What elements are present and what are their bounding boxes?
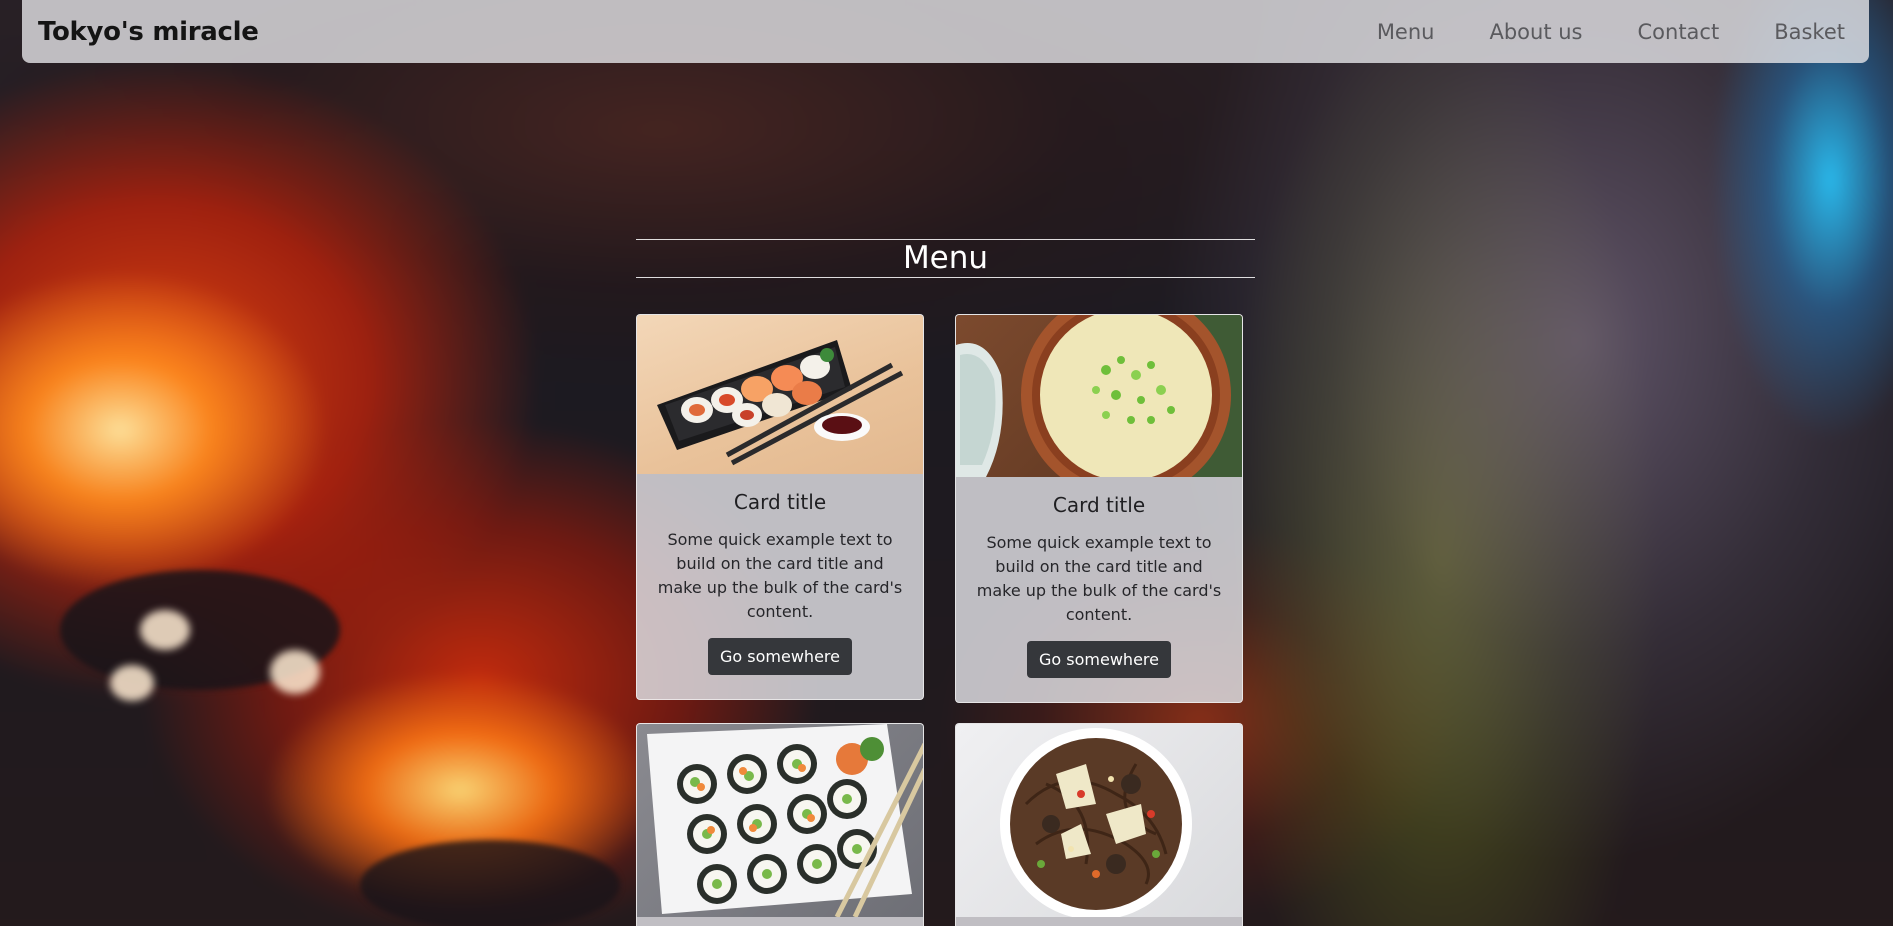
noodles-illustration [1000,728,1192,917]
card-body: Card title Some quick example text to bu… [637,474,923,699]
card-body: Card title Some quick example text to bu… [956,477,1242,702]
sushi-rolls-image [637,724,923,917]
nav-link-contact[interactable]: Contact [1638,20,1720,44]
brand-logo-link[interactable]: Tokyo's miracle [38,17,259,47]
nav-link-basket[interactable]: Basket [1774,20,1845,44]
nav-link-menu[interactable]: Menu [1377,20,1435,44]
nav-links: Menu About us Contact Basket [1322,20,1845,44]
light-dot [140,610,190,650]
menu-card: Card title Some quick example text to bu… [636,314,924,700]
go-somewhere-button[interactable]: Go somewhere [1027,641,1171,678]
card-text: Some quick example text to build on the … [976,533,1222,624]
sushi-tray-illustration [657,340,904,466]
navbar: Tokyo's miracle Menu About us Contact Ba… [22,0,1869,63]
light-dot [110,665,154,701]
miso-soup-illustration [956,315,1242,477]
sushi-rolls-illustration [647,724,923,917]
lantern-ring [360,840,620,926]
menu-card [636,723,924,926]
miso-soup-image [956,315,1242,477]
card-title: Card title [733,490,827,514]
go-somewhere-button[interactable]: Go somewhere [708,638,852,675]
card-title: Card title [1052,493,1146,517]
noodles-image [956,724,1242,917]
sushi-tray-image [637,315,923,474]
menu-card [955,723,1243,926]
menu-heading-text: Menu [902,240,989,276]
light-dot [270,650,320,694]
page: Tokyo's miracle Menu About us Contact Ba… [0,0,1893,926]
nav-link-about-us[interactable]: About us [1489,20,1582,44]
menu-heading: Menu [636,239,1255,278]
menu-card: Card title Some quick example text to bu… [955,314,1243,703]
background-photo [0,0,1893,926]
card-text: Some quick example text to build on the … [657,530,903,621]
